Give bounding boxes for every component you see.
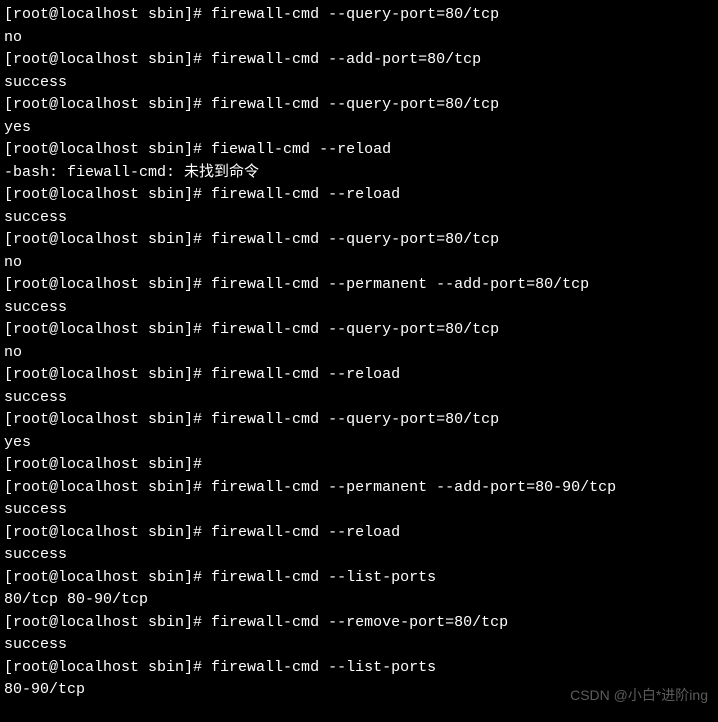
shell-output: success — [4, 499, 714, 522]
shell-prompt: [root@localhost sbin]# — [4, 231, 211, 248]
shell-command: firewall-cmd --query-port=80/tcp — [211, 6, 499, 23]
terminal-command-line: [root@localhost sbin]# firewall-cmd --qu… — [4, 319, 714, 342]
terminal-command-line: [root@localhost sbin]# firewall-cmd --re… — [4, 184, 714, 207]
shell-output: yes — [4, 117, 714, 140]
shell-prompt: [root@localhost sbin]# — [4, 659, 211, 676]
shell-command: firewall-cmd --add-port=80/tcp — [211, 51, 481, 68]
shell-prompt: [root@localhost sbin]# — [4, 276, 211, 293]
shell-output: success — [4, 387, 714, 410]
shell-prompt: [root@localhost sbin]# — [4, 479, 211, 496]
shell-command: firewall-cmd --remove-port=80/tcp — [211, 614, 508, 631]
shell-command: firewall-cmd --list-ports — [211, 659, 436, 676]
shell-output: no — [4, 27, 714, 50]
shell-prompt: [root@localhost sbin]# — [4, 96, 211, 113]
shell-output: success — [4, 207, 714, 230]
shell-prompt: [root@localhost sbin]# — [4, 411, 211, 428]
shell-prompt: [root@localhost sbin]# — [4, 321, 211, 338]
shell-output: no — [4, 342, 714, 365]
shell-output: success — [4, 544, 714, 567]
terminal-command-line: [root@localhost sbin]# fiewall-cmd --rel… — [4, 139, 714, 162]
terminal-command-line: [root@localhost sbin]# firewall-cmd --re… — [4, 522, 714, 545]
shell-command: firewall-cmd --query-port=80/tcp — [211, 96, 499, 113]
shell-prompt: [root@localhost sbin]# — [4, 366, 211, 383]
terminal-command-line: [root@localhost sbin]# firewall-cmd --qu… — [4, 4, 714, 27]
shell-command: firewall-cmd --reload — [211, 366, 400, 383]
shell-command: firewall-cmd --query-port=80/tcp — [211, 231, 499, 248]
shell-prompt: [root@localhost sbin]# — [4, 6, 211, 23]
terminal-command-line: [root@localhost sbin]# firewall-cmd --qu… — [4, 409, 714, 432]
terminal-command-line: [root@localhost sbin]# firewall-cmd --li… — [4, 657, 714, 680]
shell-output: no — [4, 252, 714, 275]
shell-prompt: [root@localhost sbin]# — [4, 186, 211, 203]
shell-output: success — [4, 634, 714, 657]
shell-output: yes — [4, 432, 714, 455]
shell-output: 80/tcp 80-90/tcp — [4, 589, 714, 612]
shell-prompt: [root@localhost sbin]# — [4, 456, 211, 473]
shell-command: firewall-cmd --list-ports — [211, 569, 436, 586]
shell-output: -bash: fiewall-cmd: 未找到命令 — [4, 162, 714, 185]
terminal-command-line: [root@localhost sbin]# firewall-cmd --re… — [4, 364, 714, 387]
terminal-window[interactable]: [root@localhost sbin]# firewall-cmd --qu… — [4, 4, 714, 702]
shell-command: fiewall-cmd --reload — [211, 141, 391, 158]
watermark-text: CSDN @小白*进阶ing — [570, 685, 708, 706]
terminal-command-line: [root@localhost sbin]# firewall-cmd --qu… — [4, 94, 714, 117]
shell-output: success — [4, 72, 714, 95]
shell-command: firewall-cmd --query-port=80/tcp — [211, 411, 499, 428]
shell-prompt: [root@localhost sbin]# — [4, 141, 211, 158]
terminal-command-line: [root@localhost sbin]# firewall-cmd --pe… — [4, 274, 714, 297]
shell-prompt: [root@localhost sbin]# — [4, 569, 211, 586]
shell-command: firewall-cmd --query-port=80/tcp — [211, 321, 499, 338]
shell-prompt: [root@localhost sbin]# — [4, 524, 211, 541]
shell-prompt: [root@localhost sbin]# — [4, 51, 211, 68]
terminal-command-line: [root@localhost sbin]# firewall-cmd --ad… — [4, 49, 714, 72]
terminal-command-line: [root@localhost sbin]# — [4, 454, 714, 477]
shell-output: success — [4, 297, 714, 320]
shell-command: firewall-cmd --reload — [211, 186, 400, 203]
terminal-command-line: [root@localhost sbin]# firewall-cmd --qu… — [4, 229, 714, 252]
shell-command: firewall-cmd --permanent --add-port=80-9… — [211, 479, 616, 496]
shell-command: firewall-cmd --permanent --add-port=80/t… — [211, 276, 589, 293]
shell-prompt: [root@localhost sbin]# — [4, 614, 211, 631]
terminal-command-line: [root@localhost sbin]# firewall-cmd --li… — [4, 567, 714, 590]
shell-command: firewall-cmd --reload — [211, 524, 400, 541]
terminal-command-line: [root@localhost sbin]# firewall-cmd --re… — [4, 612, 714, 635]
terminal-command-line: [root@localhost sbin]# firewall-cmd --pe… — [4, 477, 714, 500]
